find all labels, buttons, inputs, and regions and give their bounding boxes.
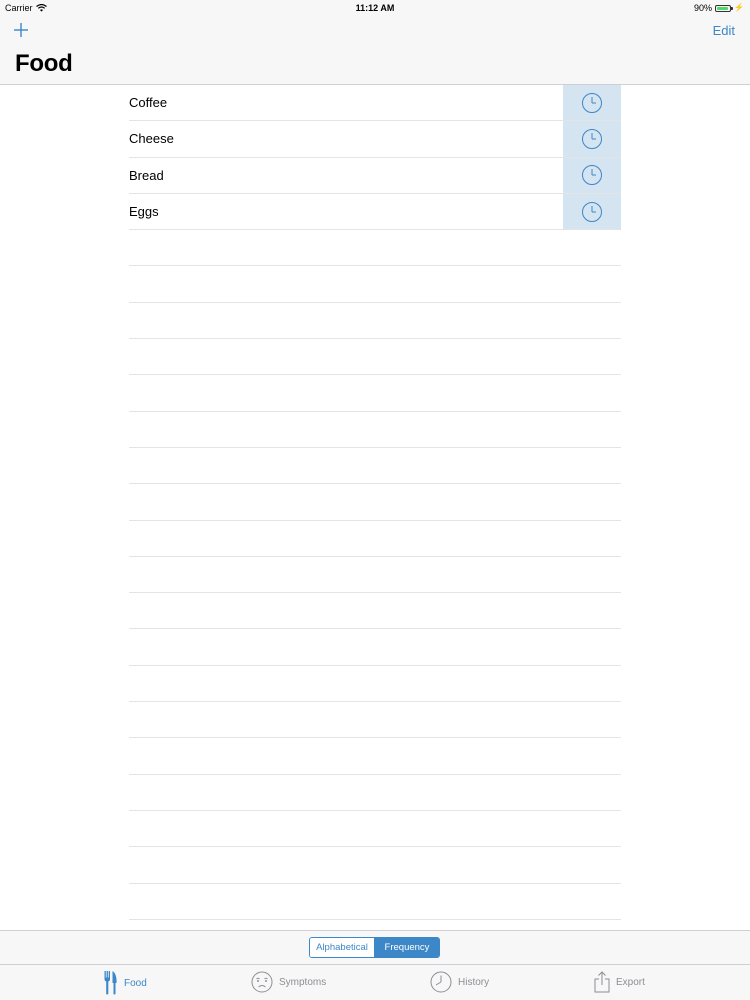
empty-row [129,593,621,630]
log-time-button[interactable] [563,121,621,157]
page-title: Food [15,50,73,77]
sort-bar: Alphabetical Frequency [0,930,750,964]
edit-button[interactable]: Edit [713,23,735,38]
empty-row [129,303,621,340]
empty-row [129,775,621,811]
empty-row [129,629,621,666]
status-right-group: 90% ⚡ [694,3,744,13]
tab-export-label: Export [616,976,645,988]
empty-row [129,811,621,848]
charging-icon: ⚡ [734,3,744,12]
tab-food-label: Food [124,977,147,989]
empty-row [129,412,621,448]
empty-row [129,666,621,703]
battery-icon [715,4,734,12]
sort-alphabetical[interactable]: Alphabetical [310,938,375,957]
share-icon [594,971,610,993]
tab-symptoms[interactable]: Symptoms [251,971,326,993]
log-time-button[interactable] [563,193,621,230]
log-time-button[interactable] [563,157,621,193]
tab-bar: Food Symptoms History Export [0,964,750,1000]
face-icon [251,971,273,993]
sort-segmented-control: Alphabetical Frequency [309,937,440,958]
empty-row [129,230,621,267]
empty-row [129,266,621,303]
clock-icon [582,165,602,186]
status-bar: Carrier 11:12 AM 90% ⚡ [0,0,750,16]
empty-row [129,484,621,521]
add-button[interactable] [12,21,30,39]
list-item[interactable]: Cheese [129,121,621,158]
empty-row [129,738,621,775]
battery-percent: 90% [694,3,713,13]
list-item[interactable]: Eggs [129,193,621,231]
list-item[interactable]: Bread [129,157,621,194]
plus-icon [14,23,28,37]
empty-row [129,375,621,412]
clock-icon [430,971,452,993]
tab-food[interactable]: Food [104,971,147,995]
battery-level [717,6,728,10]
empty-row [129,339,621,376]
clock-icon [582,128,602,149]
list-item-label: Cheese [129,131,174,147]
app-window: Carrier 11:12 AM 90% ⚡ Edit Food Coffee … [0,0,750,1000]
empty-row [129,847,621,884]
empty-row [129,521,621,557]
tab-history[interactable]: History [430,971,489,993]
food-list: Coffee Cheese Bread Eggs [129,85,621,930]
tab-export[interactable]: Export [594,971,645,993]
list-item-label: Bread [129,167,164,183]
clock-icon [582,201,602,222]
clock-icon [582,92,602,113]
tab-history-label: History [458,976,490,988]
status-time: 11:12 AM [355,3,395,13]
sort-frequency[interactable]: Frequency [375,938,439,957]
fork-knife-icon [104,971,117,995]
list-item-label: Coffee [129,95,168,110]
empty-row [129,884,621,920]
empty-row [129,448,621,485]
navigation-bar: Edit Food [0,16,750,85]
tab-symptoms-label: Symptoms [279,976,327,988]
list-item[interactable]: Coffee [129,85,621,122]
log-time-button[interactable] [563,85,621,121]
list-item-label: Eggs [129,203,159,219]
empty-row [129,702,621,739]
empty-row [129,557,621,594]
